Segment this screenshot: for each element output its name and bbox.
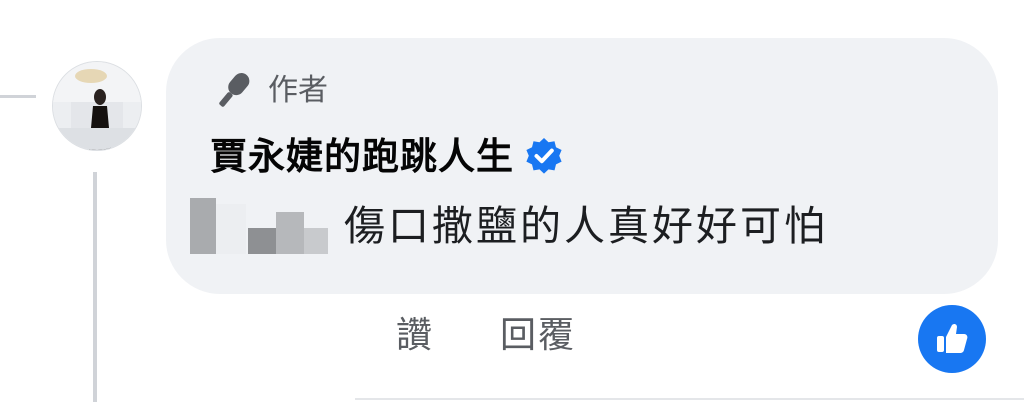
comment-bubble: 作者 賈永婕的跑跳人生 傷口撒鹽的人真好好可怕 [166,38,998,294]
divider [355,398,1024,400]
like-reaction-badge[interactable] [918,305,986,373]
thumbs-up-icon [937,323,968,353]
commenter-name-row: 賈永婕的跑跳人生 [210,136,564,176]
avatar[interactable] [52,61,142,151]
commenter-name[interactable]: 賈永婕的跑跳人生 [210,138,514,175]
avatar-image [53,62,141,150]
microphone-icon [219,73,250,107]
reply-button[interactable]: 回覆 [500,318,576,354]
verified-check-icon [526,138,562,174]
author-badge: 作者 [210,68,328,114]
comment-text: 傷口撒鹽的人真好好可怕 [344,201,828,250]
comment-actions: 讚 回覆 [396,318,576,354]
blurred-mention [190,198,328,254]
like-button[interactable]: 讚 [396,318,434,354]
reply-thread-line [93,172,97,402]
author-badge-label: 作者 [268,73,328,108]
comment-body: 傷口撒鹽的人真好好可怕 [190,198,828,254]
thread-connector-line [0,95,36,98]
